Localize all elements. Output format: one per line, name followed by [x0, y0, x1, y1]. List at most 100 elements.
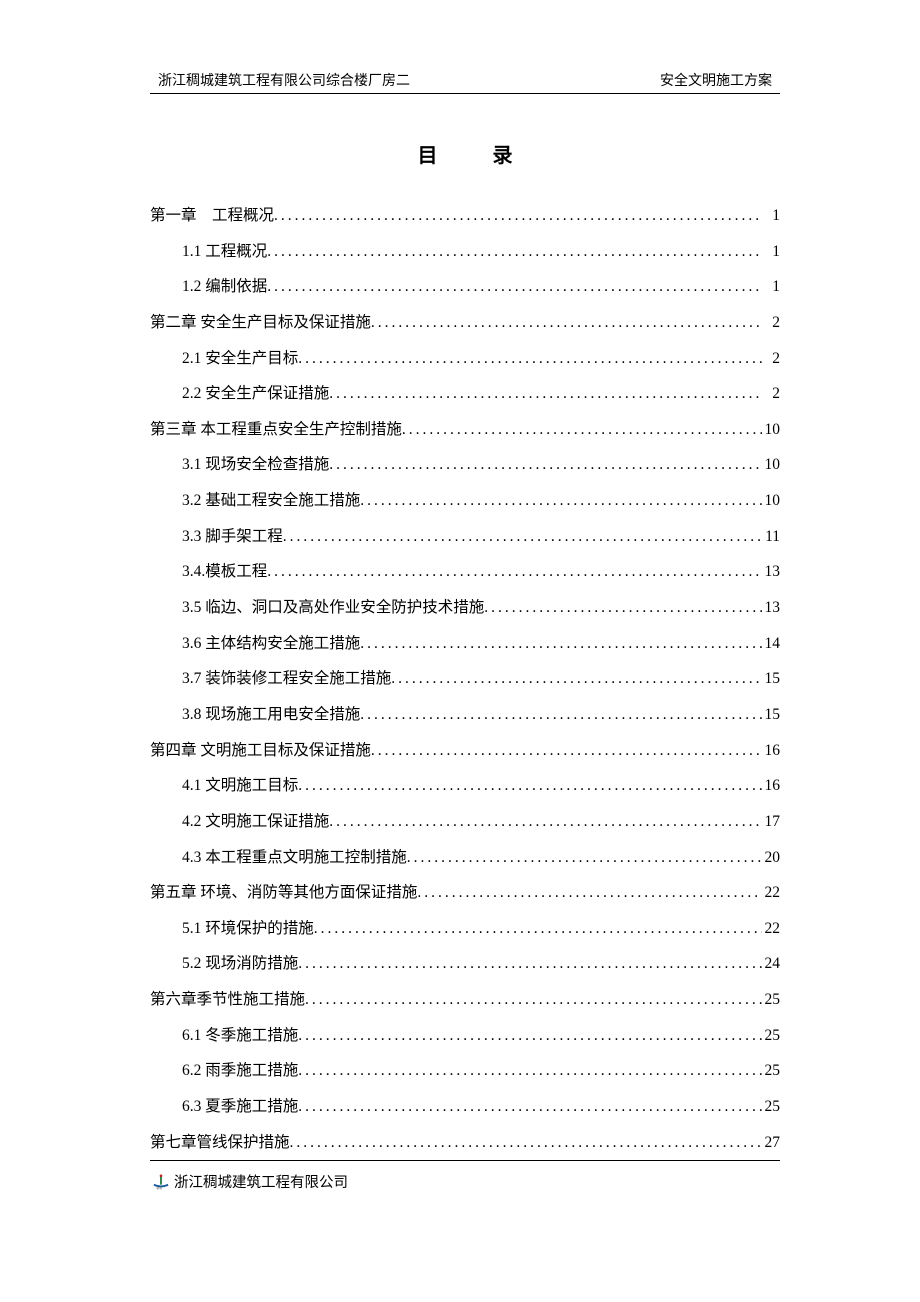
- toc-entry: 3.4.模板工程 13: [150, 554, 780, 590]
- document-page: 浙江稠城建筑工程有限公司综合楼厂房二 安全文明施工方案 目录 第一章 工程概况1…: [0, 0, 920, 1220]
- toc-entry: 5.1 环境保护的措施 22: [150, 911, 780, 947]
- toc-leader-dots: [371, 305, 762, 341]
- toc-entry: 3.6 主体结构安全施工措施14: [150, 626, 780, 662]
- toc-entry: 第二章 安全生产目标及保证措施 2: [150, 305, 780, 341]
- toc-entry-text: 2.1 安全生产目标: [182, 341, 298, 377]
- toc-leader-dots: [329, 376, 762, 412]
- toc-entry: 第三章 本工程重点安全生产控制措施 10: [150, 412, 780, 448]
- toc-entry-page: 10: [762, 412, 780, 448]
- toc-entry-page: 17: [762, 804, 780, 840]
- toc-entry-page: 22: [762, 911, 780, 947]
- toc-entry-page: 24: [762, 946, 780, 982]
- toc-leader-dots: [371, 733, 762, 769]
- toc-entry-page: 10: [762, 483, 780, 519]
- toc-entry-text: 4.2 文明施工保证措施: [182, 804, 329, 840]
- header-left: 浙江稠城建筑工程有限公司综合楼厂房二: [158, 70, 410, 90]
- toc-entry: 4.1 文明施工目标 16: [150, 768, 780, 804]
- toc-entry: 6.1 冬季施工措施 25: [150, 1018, 780, 1054]
- toc-entry-text: 第一章 工程概况: [150, 198, 274, 234]
- toc-entry: 3.5 临边、洞口及高处作业安全防护技术措施13: [150, 590, 780, 626]
- toc-leader-dots: [267, 554, 762, 590]
- toc-entry-text: 3.4.模板工程: [182, 554, 267, 590]
- toc-leader-dots: [417, 875, 762, 911]
- toc-leader-dots: [298, 946, 762, 982]
- header-right: 安全文明施工方案: [660, 70, 772, 90]
- toc-entry-page: 1: [762, 234, 780, 270]
- toc-entry: 第六章季节性施工措施 25: [150, 982, 780, 1018]
- toc-entry-page: 11: [762, 519, 780, 555]
- toc-entry-page: 20: [762, 840, 780, 876]
- toc-leader-dots: [360, 626, 762, 662]
- toc-entry-text: 第七章管线保护措施: [150, 1125, 290, 1161]
- toc-entry-text: 6.1 冬季施工措施: [182, 1018, 298, 1054]
- toc-entry-text: 3.6 主体结构安全施工措施: [182, 626, 360, 662]
- toc-leader-dots: [298, 1053, 762, 1089]
- toc-entry-page: 25: [762, 982, 780, 1018]
- toc-entry-page: 16: [762, 768, 780, 804]
- toc-entry: 1.2 编制依据 1: [150, 269, 780, 305]
- toc-entry-text: 4.1 文明施工目标: [182, 768, 298, 804]
- toc-leader-dots: [298, 768, 762, 804]
- toc-entry: 第四章 文明施工目标及保证措施16: [150, 733, 780, 769]
- toc-entry-text: 3.2 基础工程安全施工措施: [182, 483, 360, 519]
- toc-entry-page: 25: [762, 1018, 780, 1054]
- toc-leader-dots: [402, 412, 762, 448]
- toc-entry-page: 16: [762, 733, 780, 769]
- toc-entry-text: 2.2 安全生产保证措施: [182, 376, 329, 412]
- toc-entry-page: 2: [762, 376, 780, 412]
- svg-text:稠城: 稠城: [157, 1186, 163, 1190]
- toc-leader-dots: [290, 1125, 762, 1161]
- header-divider: [150, 93, 780, 94]
- toc-entry: 6.2 雨季施工措施 25: [150, 1053, 780, 1089]
- company-logo-icon: 稠城: [152, 1174, 170, 1190]
- toc-leader-dots: [267, 234, 762, 270]
- toc-entry: 4.2 文明施工保证措施 17: [150, 804, 780, 840]
- footer-divider: [150, 1160, 780, 1161]
- toc-entry: 3.8 现场施工用电安全措施 15: [150, 697, 780, 733]
- toc-entry-text: 5.1 环境保护的措施: [182, 911, 314, 947]
- toc-entry-text: 3.3 脚手架工程: [182, 519, 283, 555]
- toc-leader-dots: [360, 483, 762, 519]
- toc-entry-page: 2: [762, 305, 780, 341]
- toc-entry-page: 22: [762, 875, 780, 911]
- toc-entry-page: 15: [762, 697, 780, 733]
- toc-entry: 3.2 基础工程安全施工措施 10: [150, 483, 780, 519]
- toc-entry-text: 3.8 现场施工用电安全措施: [182, 697, 360, 733]
- toc-container: 第一章 工程概况11.1 工程概况11.2 编制依据 1第二章 安全生产目标及保…: [150, 198, 780, 1160]
- toc-entry-page: 25: [762, 1053, 780, 1089]
- toc-entry-text: 1.2 编制依据: [182, 269, 267, 305]
- header-row: 浙江稠城建筑工程有限公司综合楼厂房二 安全文明施工方案: [150, 70, 780, 90]
- toc-leader-dots: [407, 840, 762, 876]
- toc-entry-text: 6.2 雨季施工措施: [182, 1053, 298, 1089]
- toc-entry-page: 25: [762, 1089, 780, 1125]
- toc-entry-text: 1.1 工程概况: [182, 234, 267, 270]
- toc-leader-dots: [329, 447, 762, 483]
- toc-leader-dots: [298, 1018, 762, 1054]
- toc-leader-dots: [283, 519, 762, 555]
- toc-leader-dots: [305, 982, 762, 1018]
- toc-leader-dots: [267, 269, 762, 305]
- toc-leader-dots: [314, 911, 762, 947]
- toc-entry-text: 6.3 夏季施工措施: [182, 1089, 298, 1125]
- toc-entry-text: 第三章 本工程重点安全生产控制措施: [150, 412, 402, 448]
- toc-entry: 第五章 环境、消防等其他方面保证措施 22: [150, 875, 780, 911]
- footer-content: 稠城 浙江稠城建筑工程有限公司: [150, 1171, 780, 1192]
- toc-entry-page: 1: [762, 198, 780, 234]
- toc-title: 目录: [150, 139, 780, 168]
- toc-entry-text: 第二章 安全生产目标及保证措施: [150, 305, 371, 341]
- toc-entry-text: 3.1 现场安全检查措施: [182, 447, 329, 483]
- toc-entry-page: 1: [762, 269, 780, 305]
- toc-entry: 3.7 装饰装修工程安全施工措施 15: [150, 661, 780, 697]
- toc-entry-text: 第六章季节性施工措施: [150, 982, 305, 1018]
- toc-entry-text: 4.3 本工程重点文明施工控制措施: [182, 840, 407, 876]
- toc-entry: 第一章 工程概况 1: [150, 198, 780, 234]
- toc-entry: 1.1 工程概况 1: [150, 234, 780, 270]
- toc-entry: 6.3 夏季施工措施 25: [150, 1089, 780, 1125]
- footer: 稠城 浙江稠城建筑工程有限公司: [150, 1160, 780, 1192]
- toc-entry-page: 13: [762, 554, 780, 590]
- toc-leader-dots: [274, 198, 762, 234]
- toc-entry: 第七章管线保护措施27: [150, 1125, 780, 1161]
- toc-entry: 3.3 脚手架工程 11: [150, 519, 780, 555]
- toc-entry-text: 第五章 环境、消防等其他方面保证措施: [150, 875, 417, 911]
- toc-entry-text: 5.2 现场消防措施: [182, 946, 298, 982]
